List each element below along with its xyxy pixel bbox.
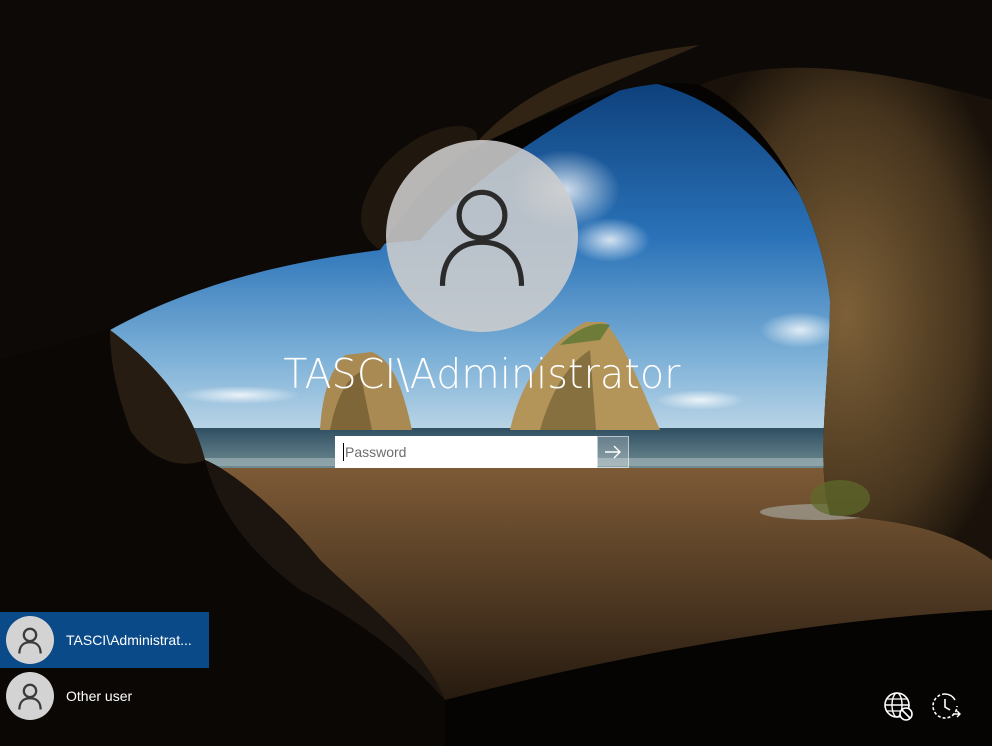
ease-of-access-icon [932,693,961,719]
user-avatar [6,616,54,664]
network-globe-icon [884,692,913,721]
user-item-label: TASCI\Administrat... [66,632,192,648]
user-item-label: Other user [66,688,133,704]
text-caret [343,443,344,461]
submit-button[interactable] [597,436,629,468]
username-title: TASCI\Administrator [283,350,681,398]
user-silhouette-icon [18,683,42,710]
arrow-right-icon [605,445,621,459]
lock-screen: TASCI\Administrator TASCI\Administrat... [0,0,992,746]
ease-of-access-button[interactable] [928,689,962,723]
user-switcher-list: TASCI\Administrat... Other user [0,612,209,724]
user-item-administrator[interactable]: TASCI\Administrat... [0,612,209,668]
user-silhouette-icon [18,627,42,654]
user-avatar-large [386,140,578,332]
user-avatar [6,672,54,720]
user-silhouette-icon [439,189,525,287]
user-item-other-user[interactable]: Other user [0,668,209,724]
password-form [335,436,629,468]
password-input[interactable] [335,436,597,468]
network-button[interactable] [881,689,915,723]
